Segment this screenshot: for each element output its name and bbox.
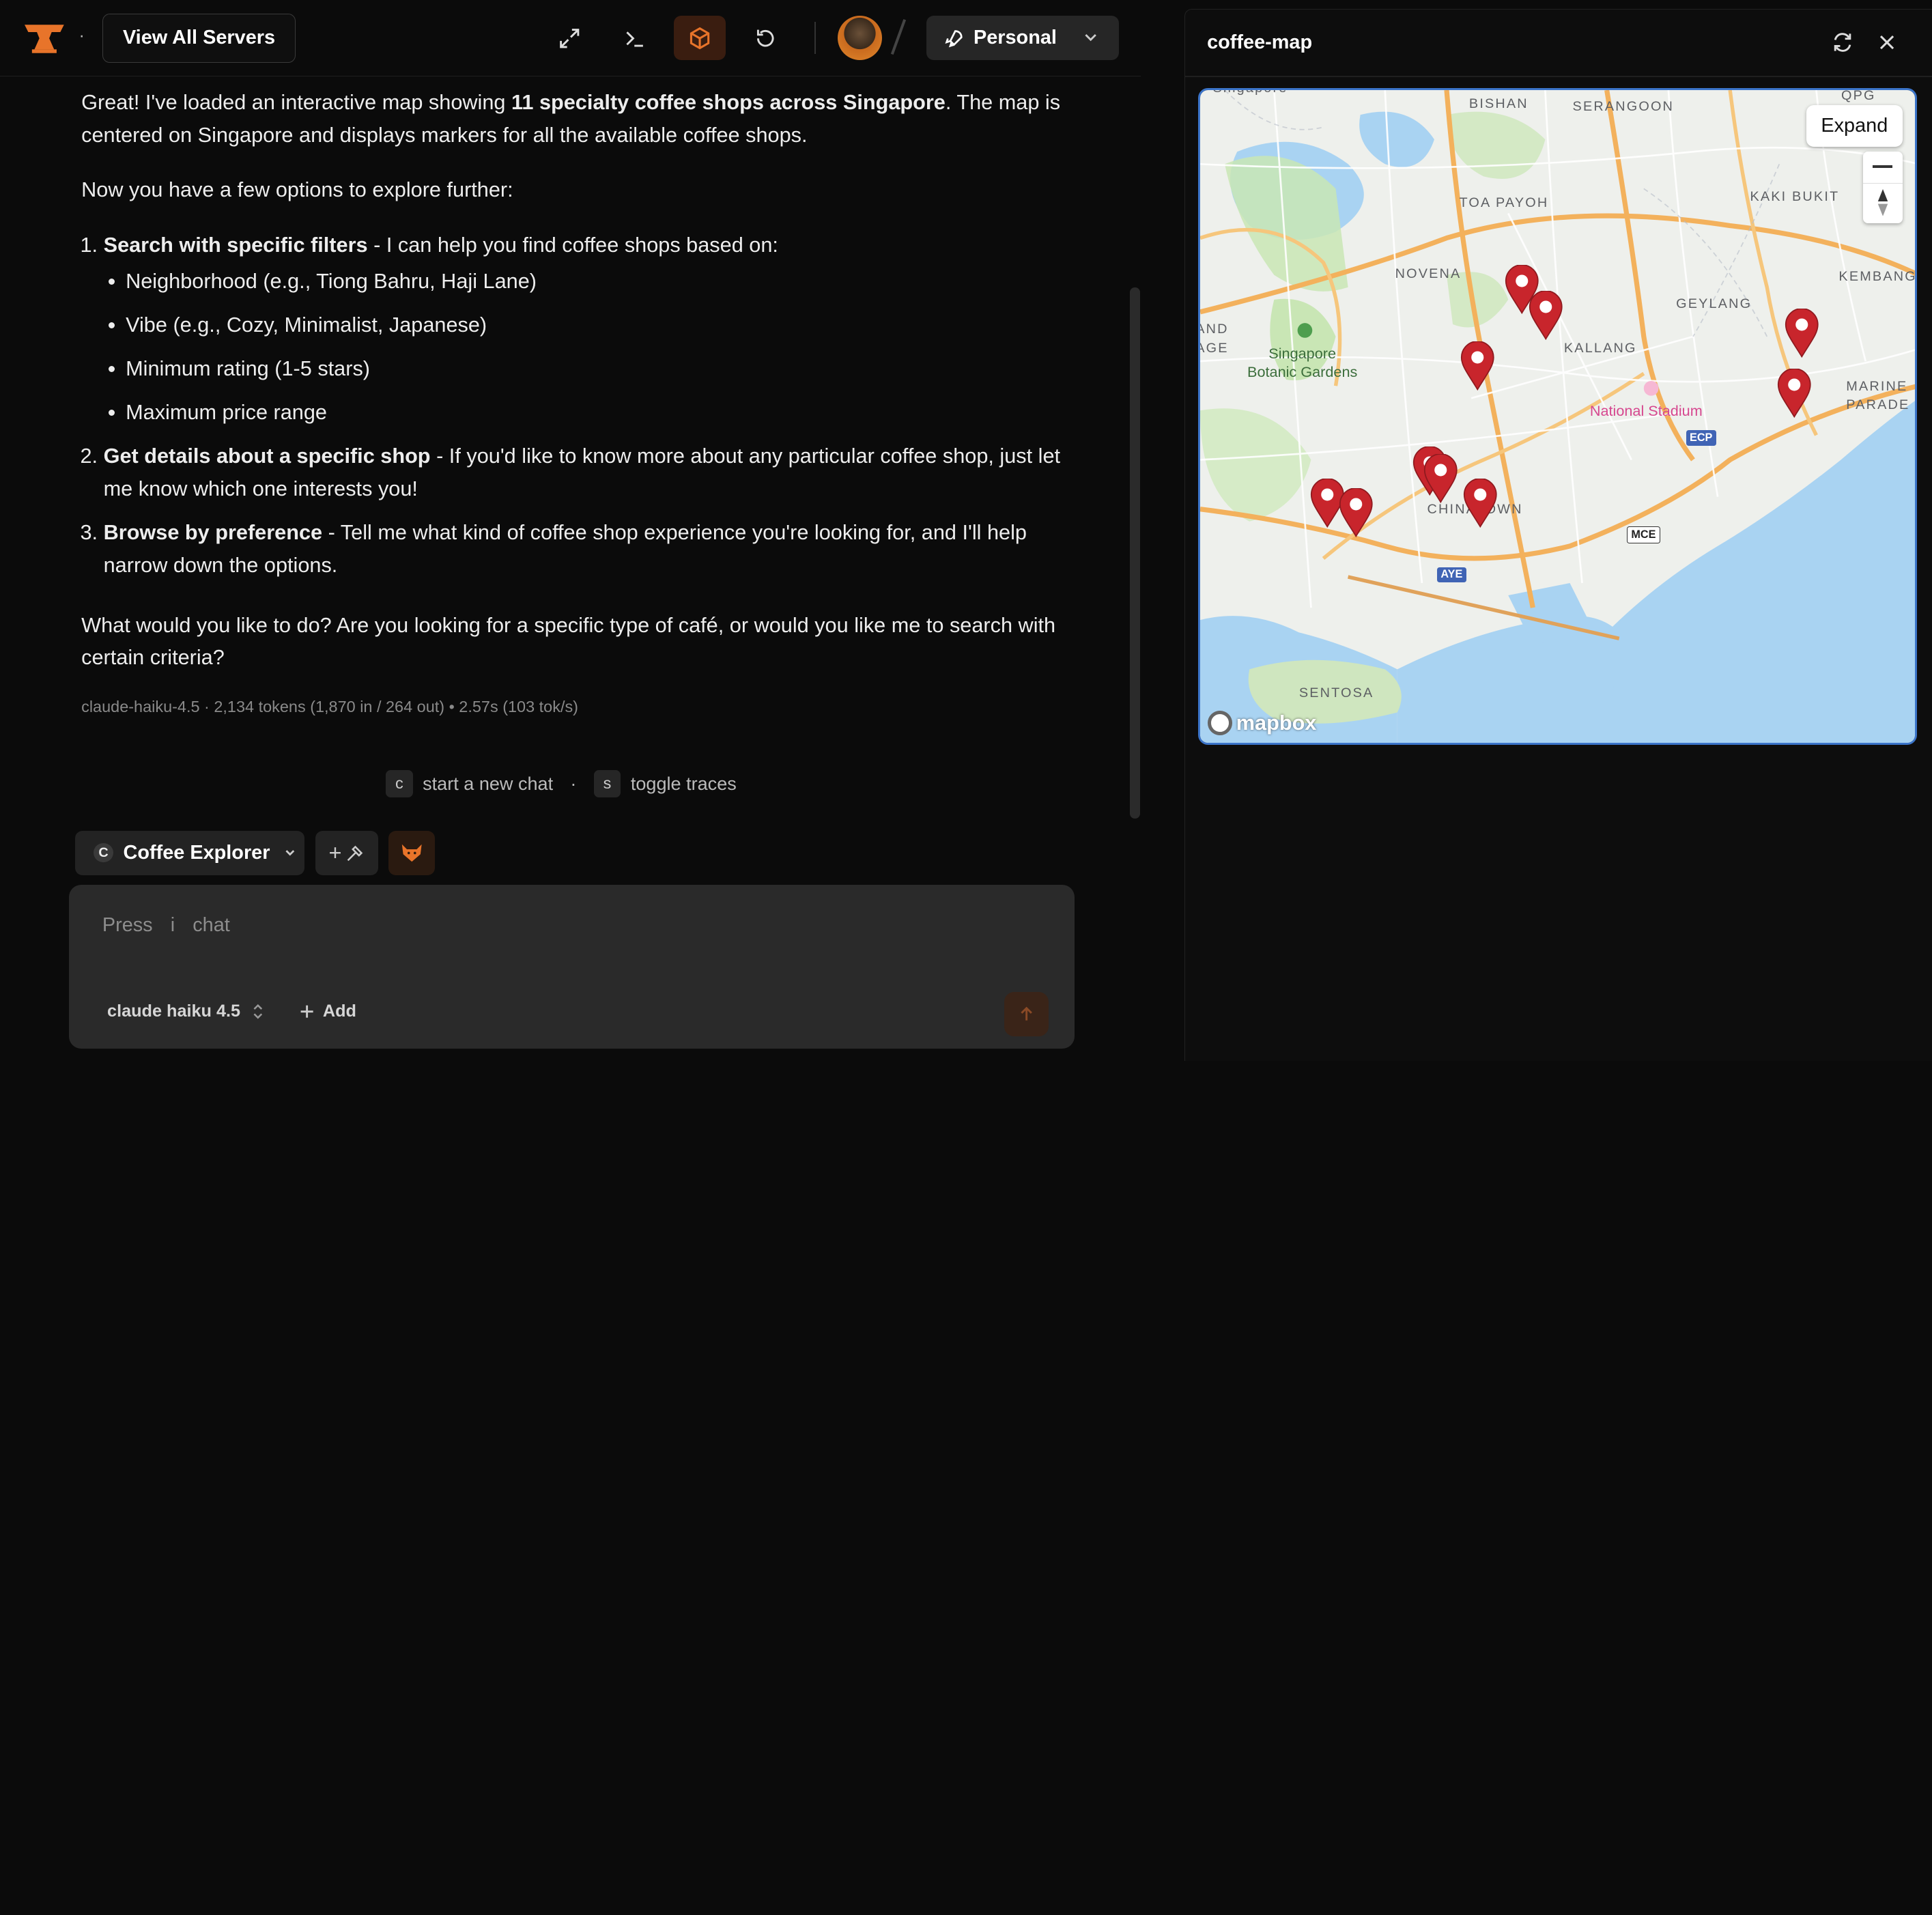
- rocket-icon: [945, 29, 963, 47]
- map-label-and: AND: [1198, 322, 1229, 337]
- road-badge-aye: AYE: [1436, 567, 1466, 583]
- expand-map-button[interactable]: Expand: [1806, 104, 1903, 147]
- app-panel: coffee-map BISHAN SERANGOON QPG TOA PAYO…: [1184, 8, 1932, 1062]
- filter-list: Neighborhood (e.g., Tiong Bahru, Haji La…: [104, 265, 1068, 429]
- add-tools-button[interactable]: +: [315, 830, 379, 875]
- mapbox-attribution[interactable]: mapbox: [1208, 711, 1316, 736]
- closing-paragraph: What would you like to do? Are you looki…: [81, 612, 1056, 670]
- box-button[interactable]: [674, 16, 726, 61]
- terminal-button[interactable]: [609, 16, 661, 60]
- toggle-traces-shortcut[interactable]: toggle traces: [631, 773, 737, 795]
- terminal-icon: [626, 31, 644, 47]
- top-bar: · View All Servers Personal: [0, 0, 1141, 76]
- map-label-singapore-top: Singapore: [1212, 90, 1288, 96]
- map-label-parade: PARADE: [1846, 397, 1910, 412]
- chat-scrollbar[interactable]: [1130, 287, 1140, 819]
- map-label-novena: NOVENA: [1395, 266, 1462, 282]
- separator-dot: ·: [79, 25, 85, 45]
- intro-paragraph: Great! I've loaded an interactive map sh…: [81, 90, 1061, 147]
- coffee-shop-marker[interactable]: [1785, 308, 1819, 358]
- panel-title: coffee-map: [1207, 31, 1313, 54]
- assistant-message: Great! I've loaded an interactive map sh…: [81, 86, 1067, 696]
- reload-button[interactable]: [739, 16, 791, 60]
- filter-item: Neighborhood (e.g., Tiong Bahru, Haji La…: [104, 265, 1068, 298]
- view-all-servers-button[interactable]: View All Servers: [102, 13, 296, 63]
- send-button[interactable]: [1004, 992, 1049, 1036]
- filter-item: Vibe (e.g., Cozy, Minimalist, Japanese): [104, 309, 1068, 341]
- coffee-shop-marker[interactable]: [1339, 488, 1374, 538]
- option-item: Browse by preference - Tell me what kind…: [104, 516, 1068, 582]
- chevron-down-icon: [1085, 33, 1096, 41]
- user-avatar[interactable]: [838, 16, 883, 61]
- agent-badge: C: [94, 842, 114, 863]
- close-icon[interactable]: [1875, 30, 1899, 55]
- coffee-shop-marker[interactable]: [1777, 369, 1812, 419]
- maximize-icon: [559, 28, 579, 48]
- zoom-divider: [1862, 182, 1903, 184]
- map-label-serangoon: SERANGOON: [1572, 98, 1675, 114]
- message-composer[interactable]: Press i chat claude haiku 4.5 Add: [69, 884, 1075, 1049]
- filter-item: Maximum price range: [104, 396, 1068, 429]
- breadcrumb-slash: [890, 19, 906, 55]
- map-label-botanic-gardens: Singapore Botanic Gardens: [1247, 344, 1358, 381]
- plus-label: +: [328, 840, 342, 865]
- map-zoom-controls: [1862, 152, 1903, 224]
- map-label-kaki-bukit: KAKI BUKIT: [1750, 188, 1840, 204]
- coffee-shop-marker[interactable]: [1529, 291, 1563, 341]
- assistant-persona-button[interactable]: [388, 830, 436, 875]
- map-label-kallang: KALLANG: [1563, 340, 1637, 356]
- arrow-up-icon: [1021, 1006, 1032, 1021]
- toolbar-divider: [814, 22, 816, 55]
- composer-placeholder[interactable]: Press i chat: [102, 914, 230, 937]
- refresh-icon: [756, 29, 774, 47]
- map-label-marine: MARINE: [1846, 378, 1908, 394]
- coffee-map[interactable]: BISHAN SERANGOON QPG Singapore TOA PAYOH…: [1198, 88, 1917, 746]
- kbd-new-chat: c: [385, 770, 413, 797]
- options-list: Search with specific filters - I can hel…: [104, 229, 1068, 582]
- kbd-toggle-traces: s: [593, 770, 621, 797]
- panel-divider: [1184, 76, 1932, 77]
- mapbox-logo-icon: [1208, 711, 1233, 736]
- compass-icon[interactable]: [1877, 188, 1889, 216]
- map-label-age: AGE: [1198, 340, 1229, 356]
- coffee-shop-marker[interactable]: [1460, 341, 1495, 391]
- shortcut-separator: ·: [570, 772, 577, 794]
- map-label-qpg: QPG: [1841, 88, 1876, 103]
- add-label: Add: [322, 1002, 356, 1021]
- model-name: claude haiku 4.5: [107, 1002, 241, 1021]
- filter-item: Minimum rating (1-5 stars): [104, 352, 1068, 385]
- map-label-bishan: BISHAN: [1468, 96, 1529, 112]
- anvil-logo-icon[interactable]: [25, 20, 64, 55]
- option-item: Search with specific filters - I can hel…: [104, 229, 1068, 429]
- fox-icon: [401, 844, 422, 862]
- map-label-geylang: GEYLANG: [1676, 296, 1752, 311]
- map-label-kembangan: KEMBANGA: [1838, 268, 1917, 284]
- model-selector[interactable]: claude haiku 4.5: [107, 1002, 265, 1021]
- map-label-toa-payoh: TOA PAYOH: [1459, 195, 1549, 210]
- maximize-button[interactable]: [543, 16, 595, 60]
- keyboard-shortcuts: c start a new chat · s toggle traces: [385, 770, 737, 797]
- road-badge-mce: MCE: [1626, 526, 1660, 543]
- option-item: Get details about a specific shop - If y…: [104, 440, 1068, 505]
- agent-name: Coffee Explorer: [123, 841, 270, 864]
- refresh-icon[interactable]: [1830, 30, 1855, 55]
- workspace-label: Personal: [973, 27, 1057, 49]
- workspace-selector[interactable]: Personal: [926, 16, 1119, 61]
- chevron-updown-icon: [253, 1004, 262, 1019]
- map-label-national-stadium: National Stadium: [1589, 401, 1703, 419]
- map-label-sentosa: SENTOSA: [1298, 685, 1374, 700]
- options-lead: Now you have a few options to explore fu…: [81, 178, 513, 202]
- coffee-shop-marker[interactable]: [1423, 453, 1458, 503]
- plus-icon: [300, 1005, 313, 1018]
- chevron-down-icon: [285, 850, 294, 856]
- box-icon: [690, 27, 710, 50]
- coffee-shop-marker[interactable]: [1463, 478, 1498, 528]
- hammer-icon: [347, 845, 363, 861]
- agent-selector[interactable]: C Coffee Explorer: [75, 830, 304, 875]
- add-attachment-button[interactable]: Add: [298, 1002, 356, 1021]
- message-meta: claude-haiku-4.5 · 2,134 tokens (1,870 i…: [81, 697, 578, 715]
- road-badge-ecp: ECP: [1686, 430, 1716, 446]
- zoom-out-button[interactable]: [1873, 165, 1893, 168]
- new-chat-shortcut[interactable]: start a new chat: [423, 773, 553, 795]
